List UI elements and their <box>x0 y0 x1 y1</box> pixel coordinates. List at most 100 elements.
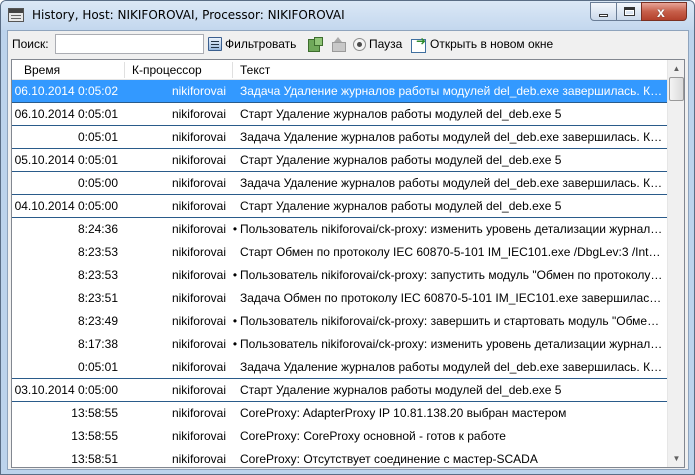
row-processor: nikiforovai <box>171 429 226 443</box>
scroll-thumb[interactable] <box>669 77 684 101</box>
row-time: 0:05:00 <box>77 176 118 190</box>
search-label: Поиск: <box>12 37 49 51</box>
column-header-text[interactable]: Текст <box>236 60 270 80</box>
pause-label: Пауза <box>369 37 403 51</box>
row-time: 04.10.2014 0:05:00 <box>14 199 118 213</box>
row-text: Пользователь nikiforovai/ck-proxy: измен… <box>240 337 664 351</box>
row-time: 13:58:51 <box>71 452 118 466</box>
table-row[interactable]: 8:23:53 nikiforovai • Пользователь nikiforo… <box>12 264 667 287</box>
column-separator[interactable] <box>232 62 233 78</box>
table-row[interactable]: 0:05:01 nikiforovai Задача Удаление журнал… <box>12 126 667 149</box>
table-row[interactable]: 13:58:55 nikiforovai CoreProxy: AdapterPro… <box>12 402 667 425</box>
go-up-button[interactable] <box>331 34 346 54</box>
row-text-cell: • Пользователь nikiforovai/ck-proxy: запу… <box>230 264 664 286</box>
search-input[interactable] <box>55 34 204 54</box>
column-separator[interactable] <box>124 62 125 78</box>
row-time: 13:58:55 <box>71 406 118 420</box>
row-processor: nikiforovai <box>171 176 226 190</box>
row-text: Старт Обмен по протоколу IEC 60870-5-101… <box>240 245 664 259</box>
row-processor: nikiforovai <box>171 107 226 121</box>
scroll-up-icon[interactable]: ▲ <box>668 60 685 77</box>
list-header: Время К-процессор Текст <box>12 60 667 80</box>
table-row[interactable]: 8:23:51 nikiforovai Задача Обмен по проток… <box>12 287 667 310</box>
row-text-cell: Задача Удаление журналов работы модулей … <box>230 356 664 378</box>
row-time: 06.10.2014 0:05:01 <box>14 107 118 121</box>
vertical-scrollbar[interactable]: ▲ ▼ <box>667 60 684 467</box>
row-text-cell: • Пользователь nikiforovai/ck-proxy: изме… <box>230 333 664 355</box>
row-time: 03.10.2014 0:05:00 <box>14 383 118 397</box>
row-text-cell: Задача Удаление журналов работы модулей … <box>230 126 664 148</box>
table-row[interactable]: 13:58:55 nikiforovai CoreProxy: CoreProxy … <box>12 425 667 448</box>
table-row[interactable]: 05.10.2014 0:05:01 nikiforovai Старт Удале… <box>12 149 667 172</box>
close-icon: x <box>657 4 665 20</box>
table-row[interactable]: 06.10.2014 0:05:02 nikiforovai Задача Удал… <box>12 80 667 103</box>
column-header-time[interactable]: Время <box>20 60 60 80</box>
row-text-cell: • Пользователь nikiforovai/ck-proxy: изме… <box>230 218 664 240</box>
row-time: 8:23:53 <box>77 245 118 259</box>
row-text: Старт Удаление журналов работы модулей d… <box>240 153 562 167</box>
row-processor: nikiforovai <box>171 130 226 144</box>
row-processor: nikiforovai <box>171 153 226 167</box>
filter-icon <box>208 37 222 51</box>
table-row[interactable]: 06.10.2014 0:05:01 nikiforovai Старт Удале… <box>12 103 667 126</box>
table-row[interactable]: 04.10.2014 0:05:00 nikiforovai Старт Удале… <box>12 195 667 218</box>
row-processor: nikiforovai <box>171 268 226 282</box>
row-processor: nikiforovai <box>171 360 226 374</box>
row-processor: nikiforovai <box>171 222 226 236</box>
title-bar[interactable]: History, Host: NIKIFOROVAI, Processor: N… <box>1 1 694 30</box>
scroll-down-icon[interactable]: ▼ <box>668 450 685 467</box>
row-time: 05.10.2014 0:05:01 <box>14 153 118 167</box>
row-text-cell: Задача Удаление журналов работы модулей … <box>230 80 664 102</box>
row-processor: nikiforovai <box>171 383 226 397</box>
row-processor: nikiforovai <box>171 245 226 259</box>
row-text-cell: Старт Удаление журналов работы модулей d… <box>230 103 664 125</box>
maximize-icon <box>624 7 635 16</box>
history-window: History, Host: NIKIFOROVAI, Processor: N… <box>0 0 695 475</box>
history-list[interactable]: Время К-процессор Текст 06.10.2014 0:05:… <box>11 59 685 468</box>
row-text: Пользователь nikiforovai/ck-proxy: завер… <box>240 314 664 328</box>
column-header-processor[interactable]: К-процессор <box>128 60 202 80</box>
row-text: Задача Обмен по протоколу IEC 60870-5-10… <box>240 291 664 305</box>
open-new-window-button[interactable]: Открыть в новом окне <box>411 34 553 54</box>
table-row[interactable]: 8:17:38 nikiforovai • Пользователь nikiforo… <box>12 333 667 356</box>
row-processor: nikiforovai <box>171 314 226 328</box>
table-row[interactable]: 0:05:01 nikiforovai Задача Удаление журнал… <box>12 356 667 379</box>
row-text: CoreProxy: CoreProxy основной - готов к … <box>240 429 506 443</box>
row-processor: nikiforovai <box>171 337 226 351</box>
row-text-cell: Задача Обмен по протоколу IEC 60870-5-10… <box>230 287 664 309</box>
row-time: 8:24:36 <box>77 222 118 236</box>
row-time: 0:05:01 <box>77 360 118 374</box>
table-row[interactable]: 13:58:51 nikiforovai CoreProxy: Отсутствуе… <box>12 448 667 467</box>
row-bullet: • <box>232 314 238 328</box>
minimize-button[interactable] <box>590 2 617 21</box>
row-processor: nikiforovai <box>171 452 226 466</box>
pause-button[interactable]: Пауза <box>353 34 402 54</box>
maximize-button[interactable] <box>616 2 642 21</box>
row-text: Задача Удаление журналов работы модулей … <box>240 130 664 144</box>
close-button[interactable]: x <box>641 2 687 21</box>
go-up-icon <box>331 37 346 52</box>
row-text-cell: Старт Удаление журналов работы модулей d… <box>230 149 664 171</box>
table-row[interactable]: 0:05:00 nikiforovai Задача Удаление журнал… <box>12 172 667 195</box>
pause-radio-icon <box>353 37 366 51</box>
table-row[interactable]: 8:24:36 nikiforovai • Пользователь nikiforo… <box>12 218 667 241</box>
row-text: Старт Удаление журналов работы модулей d… <box>240 199 562 213</box>
row-text-cell: Старт Обмен по протоколу IEC 60870-5-101… <box>230 241 664 263</box>
row-processor: nikiforovai <box>171 291 226 305</box>
list-rows: 06.10.2014 0:05:02 nikiforovai Задача Удал… <box>12 80 667 467</box>
table-row[interactable]: 03.10.2014 0:05:00 nikiforovai Старт Удале… <box>12 379 667 402</box>
row-processor: nikiforovai <box>171 199 226 213</box>
row-text: Задача Удаление журналов работы модулей … <box>240 84 664 98</box>
row-text: Задача Удаление журналов работы модулей … <box>240 360 664 374</box>
app-window-icon[interactable] <box>8 8 24 22</box>
row-processor: nikiforovai <box>171 84 226 98</box>
toolbar: Поиск: Фильтровать Пауза Открыть в новом… <box>8 31 688 57</box>
open-new-window-label: Открыть в новом окне <box>430 37 554 51</box>
export-button[interactable] <box>307 34 323 54</box>
table-row[interactable]: 8:23:53 nikiforovai Старт Обмен по протоко… <box>12 241 667 264</box>
filter-button[interactable]: Фильтровать <box>208 34 296 54</box>
row-text-cell: • Пользователь nikiforovai/ck-proxy: заве… <box>230 310 664 332</box>
open-new-window-icon <box>411 34 427 53</box>
table-row[interactable]: 8:23:49 nikiforovai • Пользователь nikiforo… <box>12 310 667 333</box>
row-time: 8:23:49 <box>77 314 118 328</box>
